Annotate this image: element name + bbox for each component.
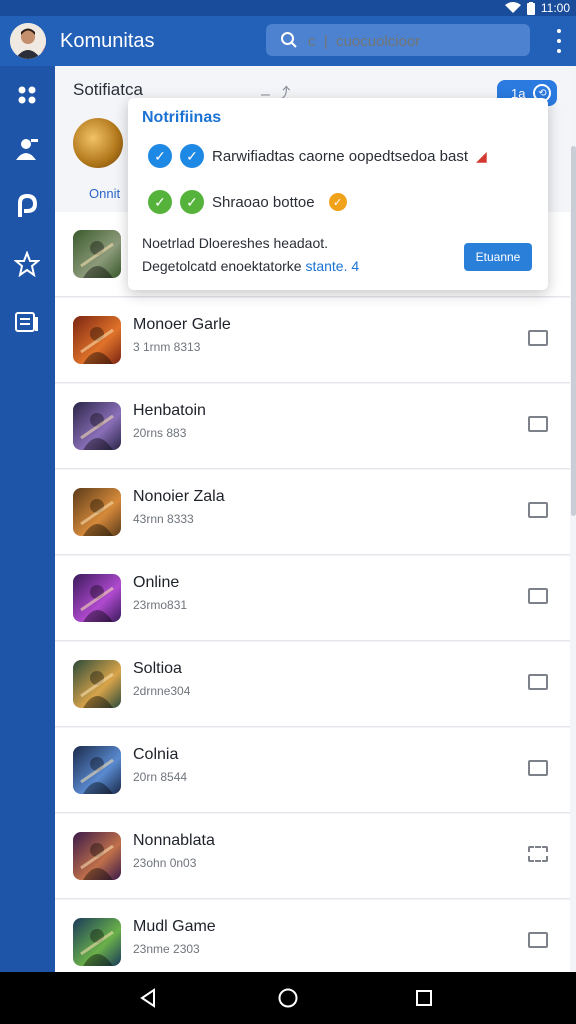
check-icon: ✓ xyxy=(148,190,172,214)
list-item[interactable]: Monoer Garle 3 1rnm 8313 xyxy=(55,298,570,383)
select-checkbox[interactable] xyxy=(528,846,548,862)
nav-pin-icon[interactable] xyxy=(12,191,42,221)
list-item[interactable]: Soltioa 2drnne304 xyxy=(55,642,570,727)
popup-row-status[interactable]: ✓ ✓ Shraoao bottoe ✓ xyxy=(148,190,347,214)
game-meta: 3 1rnm 8313 xyxy=(133,340,201,354)
game-meta: 23nme 2303 xyxy=(133,942,200,956)
popup-message-line: Noetrlad Dloereshes headaot. xyxy=(142,235,329,251)
list-item[interactable]: Henbatoin 20rns 883 xyxy=(55,384,570,469)
app-bar: Komunitas xyxy=(0,16,576,66)
game-thumbnail[interactable] xyxy=(73,918,121,966)
game-meta: 23rmo831 xyxy=(133,598,188,612)
nav-news-icon[interactable] xyxy=(12,307,42,337)
game-name: Nonoier Zala xyxy=(133,488,225,505)
badge-icon: ✓ xyxy=(328,193,347,211)
select-checkbox[interactable] xyxy=(528,588,548,604)
search-input[interactable] xyxy=(306,29,520,53)
list-item[interactable]: Online 23rmo831 xyxy=(55,556,570,641)
popup-row-verified[interactable]: ✓ ✓ Rarwifiadtas caorne oopedtsedoa bast… xyxy=(148,144,487,168)
popup-row-text: Shraoao bottoe xyxy=(212,193,315,211)
check-icon: ✓ xyxy=(148,144,172,168)
status-time: 11:00 xyxy=(540,1,570,15)
select-checkbox[interactable] xyxy=(528,932,548,948)
game-name: Nonnablata xyxy=(133,832,215,849)
game-thumbnail[interactable] xyxy=(73,230,121,278)
game-thumbnail[interactable] xyxy=(73,402,121,450)
nav-star-icon[interactable] xyxy=(12,249,42,279)
game-name: Online xyxy=(133,574,180,591)
game-name: Monoer Garle xyxy=(133,316,231,333)
battery-icon xyxy=(526,1,535,15)
popup-message: Noetrlad Dloereshes headaot. Degetolcatd… xyxy=(142,232,359,278)
side-nav xyxy=(0,66,55,972)
popup-row-text: Rarwifiadtas caorne oopedtsedoa bast xyxy=(212,147,468,165)
section-title: Sotifiatca xyxy=(73,80,143,99)
notification-popup: Notrifiinas ✓ ✓ Rarwifiadtas caorne oope… xyxy=(128,98,548,290)
select-checkbox[interactable] xyxy=(528,760,548,776)
select-checkbox[interactable] xyxy=(528,502,548,518)
list-item[interactable]: Mudl Game 23nme 2303 xyxy=(55,900,570,972)
game-name: Mudl Game xyxy=(133,918,216,935)
game-thumbnail[interactable] xyxy=(73,832,121,880)
search-icon xyxy=(281,32,297,48)
game-meta: 20rn 8544 xyxy=(133,770,188,784)
game-meta: 43rnn 8333 xyxy=(133,512,194,526)
game-thumbnail[interactable] xyxy=(73,574,121,622)
system-nav-bar xyxy=(0,972,576,1024)
search-bar[interactable] xyxy=(266,24,530,56)
check-icon: ✓ xyxy=(180,190,204,214)
game-name: Henbatoin xyxy=(133,402,206,419)
avatar[interactable] xyxy=(10,23,46,59)
recents-icon[interactable] xyxy=(412,986,436,1010)
more-options-icon[interactable] xyxy=(556,29,562,53)
select-checkbox[interactable] xyxy=(528,330,548,346)
select-checkbox[interactable] xyxy=(528,674,548,690)
game-thumbnail[interactable] xyxy=(73,488,121,536)
game-thumbnail[interactable] xyxy=(73,316,121,364)
game-thumbnail[interactable] xyxy=(73,746,121,794)
game-thumbnail[interactable] xyxy=(73,660,121,708)
list-item[interactable]: Nonoier Zala 43rnn 8333 xyxy=(55,470,570,555)
popup-title: Notrifiinas xyxy=(142,109,222,126)
nav-user-icon[interactable] xyxy=(12,134,42,164)
wifi-icon xyxy=(504,2,521,13)
list-item[interactable]: Colnia 20rn 8544 xyxy=(55,728,570,813)
select-checkbox[interactable] xyxy=(528,416,548,432)
popup-message-link[interactable]: stante. 4 xyxy=(305,258,359,274)
flag-icon: ◢ xyxy=(476,147,487,164)
popup-action-button[interactable]: Etuanne xyxy=(464,243,532,271)
status-bar: 11:00 xyxy=(0,0,576,16)
app-title: Komunitas xyxy=(60,30,155,52)
game-meta: 20rns 883 xyxy=(133,426,187,440)
scrollbar[interactable] xyxy=(571,146,576,516)
game-meta: 23ohn 0n03 xyxy=(133,856,197,870)
popup-message-line: Degetolcatd enoektatorke xyxy=(142,258,302,274)
game-name: Soltioa xyxy=(133,660,182,677)
home-icon[interactable] xyxy=(276,986,300,1010)
list-item[interactable]: Nonnablata 23ohn 0n03 xyxy=(55,814,570,899)
section-link[interactable]: Onnit xyxy=(89,186,120,201)
game-meta: 2drnne304 xyxy=(133,684,191,698)
back-icon[interactable] xyxy=(136,986,160,1010)
nav-apps-icon[interactable] xyxy=(12,80,42,110)
game-name: Colnia xyxy=(133,746,179,763)
featured-game-icon[interactable] xyxy=(73,118,123,168)
check-icon: ✓ xyxy=(180,144,204,168)
